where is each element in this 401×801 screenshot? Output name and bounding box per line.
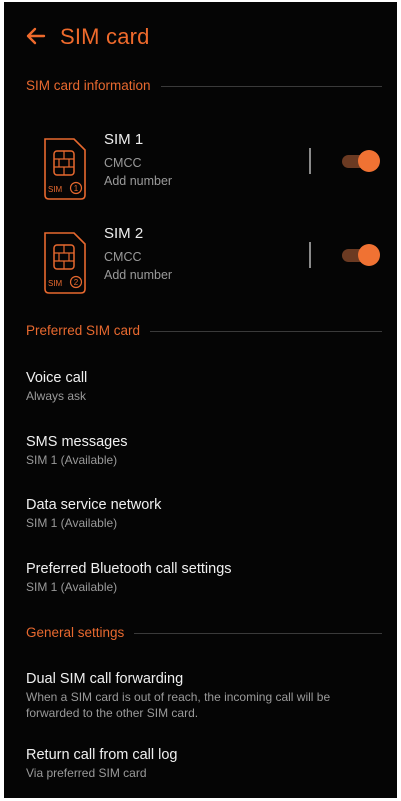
section-header-preferred-sim: Preferred SIM card: [26, 322, 382, 340]
sim-name: SIM 1: [104, 131, 144, 148]
setting-title: Preferred Bluetooth call settings: [26, 561, 232, 577]
sim-index-text: 1: [74, 184, 79, 193]
setting-title: Data service network: [26, 497, 162, 513]
data-service-network-setting[interactable]: Data service network SIM 1 (Available): [26, 495, 386, 531]
sim-2-toggle[interactable]: [340, 244, 380, 266]
add-number-link[interactable]: Add number: [104, 267, 172, 283]
setting-title: Dual SIM call forwarding: [26, 671, 184, 687]
sim-1-toggle[interactable]: [340, 150, 380, 172]
setting-title: SMS messages: [26, 434, 128, 450]
sim-card-icon: SIM 2: [44, 232, 86, 294]
setting-subtitle: SIM 1 (Available): [26, 516, 118, 530]
sim-carrier: CMCC: [104, 156, 142, 170]
sim-name: SIM 2: [104, 225, 144, 242]
sim-badge-text: SIM: [48, 279, 63, 288]
section-divider: [160, 85, 382, 87]
setting-subtitle: Always ask: [26, 389, 87, 403]
setting-subtitle-line-1: When a SIM card is out of reach, the inc…: [26, 690, 331, 704]
sim-card-icon: SIM 1: [44, 138, 86, 200]
sim-badge-text: SIM: [48, 185, 63, 194]
setting-subtitle: Via preferred SIM card: [26, 766, 147, 780]
setting-title: Return call from call log: [26, 747, 178, 763]
back-arrow-icon[interactable]: [22, 22, 50, 50]
bluetooth-call-setting[interactable]: Preferred Bluetooth call settings SIM 1 …: [26, 559, 386, 595]
vertical-divider: [309, 148, 311, 174]
page-title: SIM card: [60, 24, 150, 49]
return-call-from-log-setting[interactable]: Return call from call log Via preferred …: [26, 745, 386, 781]
sim-card-settings-screen: SIM card SIM card information SIM 1 SIM …: [4, 2, 397, 798]
voice-call-setting[interactable]: Voice call Always ask: [26, 368, 386, 404]
dual-sim-call-forwarding-setting[interactable]: Dual SIM call forwarding When a SIM card…: [26, 669, 386, 721]
setting-subtitle-line-2: forwarded to the other SIM card.: [26, 706, 199, 720]
section-header-label: General settings: [26, 625, 125, 640]
setting-subtitle: SIM 1 (Available): [26, 580, 118, 594]
setting-title: Voice call: [26, 370, 88, 386]
sim-row-1[interactable]: SIM 1 SIM 1 CMCC Add number: [4, 130, 397, 212]
sim-carrier: CMCC: [104, 250, 142, 264]
toggle-thumb: [358, 244, 380, 266]
section-header-label: SIM card information: [26, 78, 151, 93]
sim-index-text: 2: [74, 278, 79, 287]
sms-messages-setting[interactable]: SMS messages SIM 1 (Available): [26, 432, 386, 468]
section-divider: [134, 632, 382, 634]
setting-subtitle: SIM 1 (Available): [26, 453, 118, 467]
sim-row-2[interactable]: SIM 2 SIM 2 CMCC Add number: [4, 224, 397, 306]
toggle-thumb: [358, 150, 380, 172]
app-bar: SIM card: [4, 2, 397, 72]
section-header-sim-information: SIM card information: [26, 77, 382, 95]
section-header-label: Preferred SIM card: [26, 323, 141, 338]
section-header-general-settings: General settings: [26, 624, 382, 642]
section-divider: [150, 330, 382, 332]
vertical-divider: [309, 242, 311, 268]
add-number-link[interactable]: Add number: [104, 173, 172, 189]
